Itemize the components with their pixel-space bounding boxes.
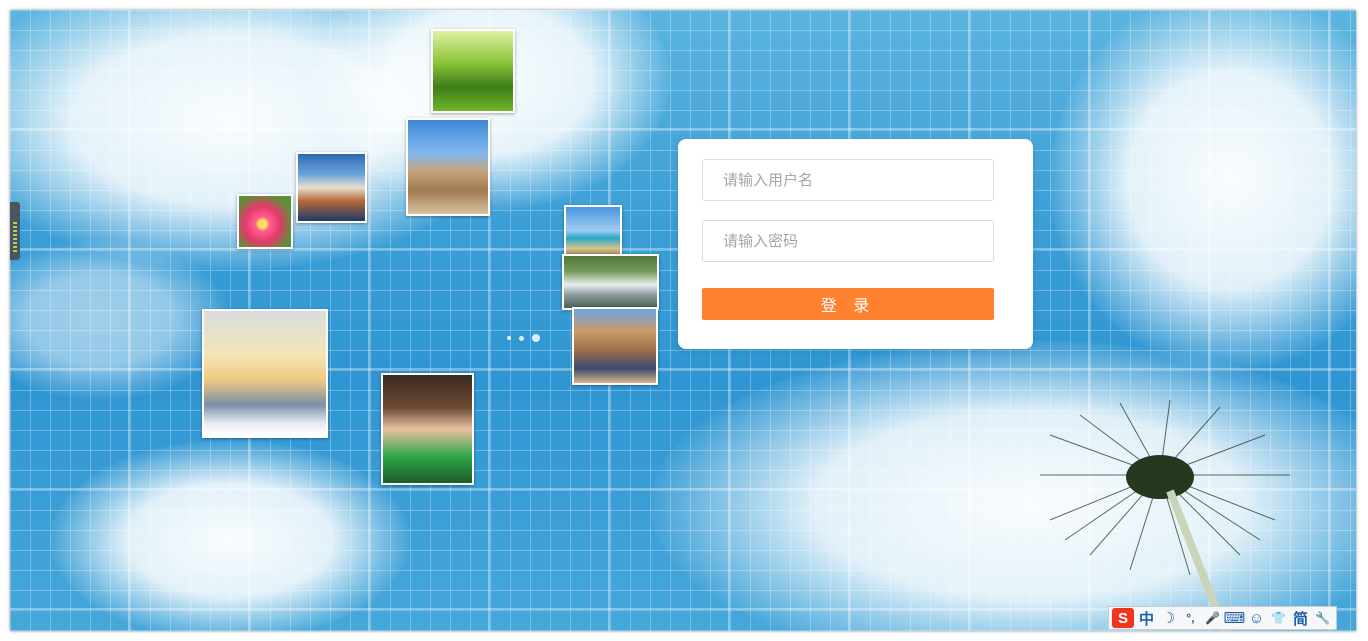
- punctuation-icon[interactable]: °,: [1181, 608, 1200, 628]
- user-icon[interactable]: ☺: [1247, 608, 1266, 628]
- cloud: [1050, 10, 1356, 370]
- photo-forest: [431, 29, 515, 113]
- photo-desert-sky: [406, 118, 490, 216]
- microphone-icon[interactable]: 🎤: [1203, 608, 1222, 628]
- photo-pink-flower: [237, 194, 293, 249]
- username-input[interactable]: [702, 159, 994, 201]
- signal-bars-icon: [13, 222, 17, 252]
- photo-mountain-lake: [296, 152, 367, 223]
- password-input[interactable]: [702, 220, 994, 262]
- photo-river-rocks: [562, 254, 659, 310]
- side-panel-handle[interactable]: [10, 202, 20, 260]
- skin-shirt-icon[interactable]: 👕: [1269, 608, 1288, 628]
- dot: [532, 334, 540, 342]
- chinese-mode-icon[interactable]: 中: [1137, 608, 1156, 628]
- cloud: [10, 240, 230, 400]
- photo-girl: [381, 373, 474, 485]
- keyboard-icon[interactable]: ⌨: [1224, 608, 1246, 628]
- sogou-logo-icon[interactable]: S: [1112, 608, 1134, 628]
- login-button[interactable]: 登 录: [702, 288, 994, 320]
- photo-beach: [564, 205, 622, 261]
- carousel-dots: [507, 334, 540, 342]
- cloud: [50, 440, 410, 631]
- ime-toolbar: S 中 ☽ °, 🎤 ⌨ ☺ 👕 简 🔧: [1108, 606, 1337, 630]
- dot: [507, 336, 511, 340]
- simplified-icon[interactable]: 简: [1291, 608, 1310, 628]
- login-form: 登 录: [678, 139, 1033, 349]
- dot: [519, 335, 524, 341]
- photo-canyon: [572, 307, 658, 385]
- photo-dead-tree: [202, 309, 328, 438]
- half-width-moon-icon[interactable]: ☽: [1159, 608, 1178, 628]
- dandelion-illustration: [1040, 399, 1290, 631]
- login-page: 登 录 S 中 ☽ °, 🎤 ⌨ ☺ 👕 简 🔧: [10, 10, 1356, 631]
- wrench-icon[interactable]: 🔧: [1313, 608, 1332, 628]
